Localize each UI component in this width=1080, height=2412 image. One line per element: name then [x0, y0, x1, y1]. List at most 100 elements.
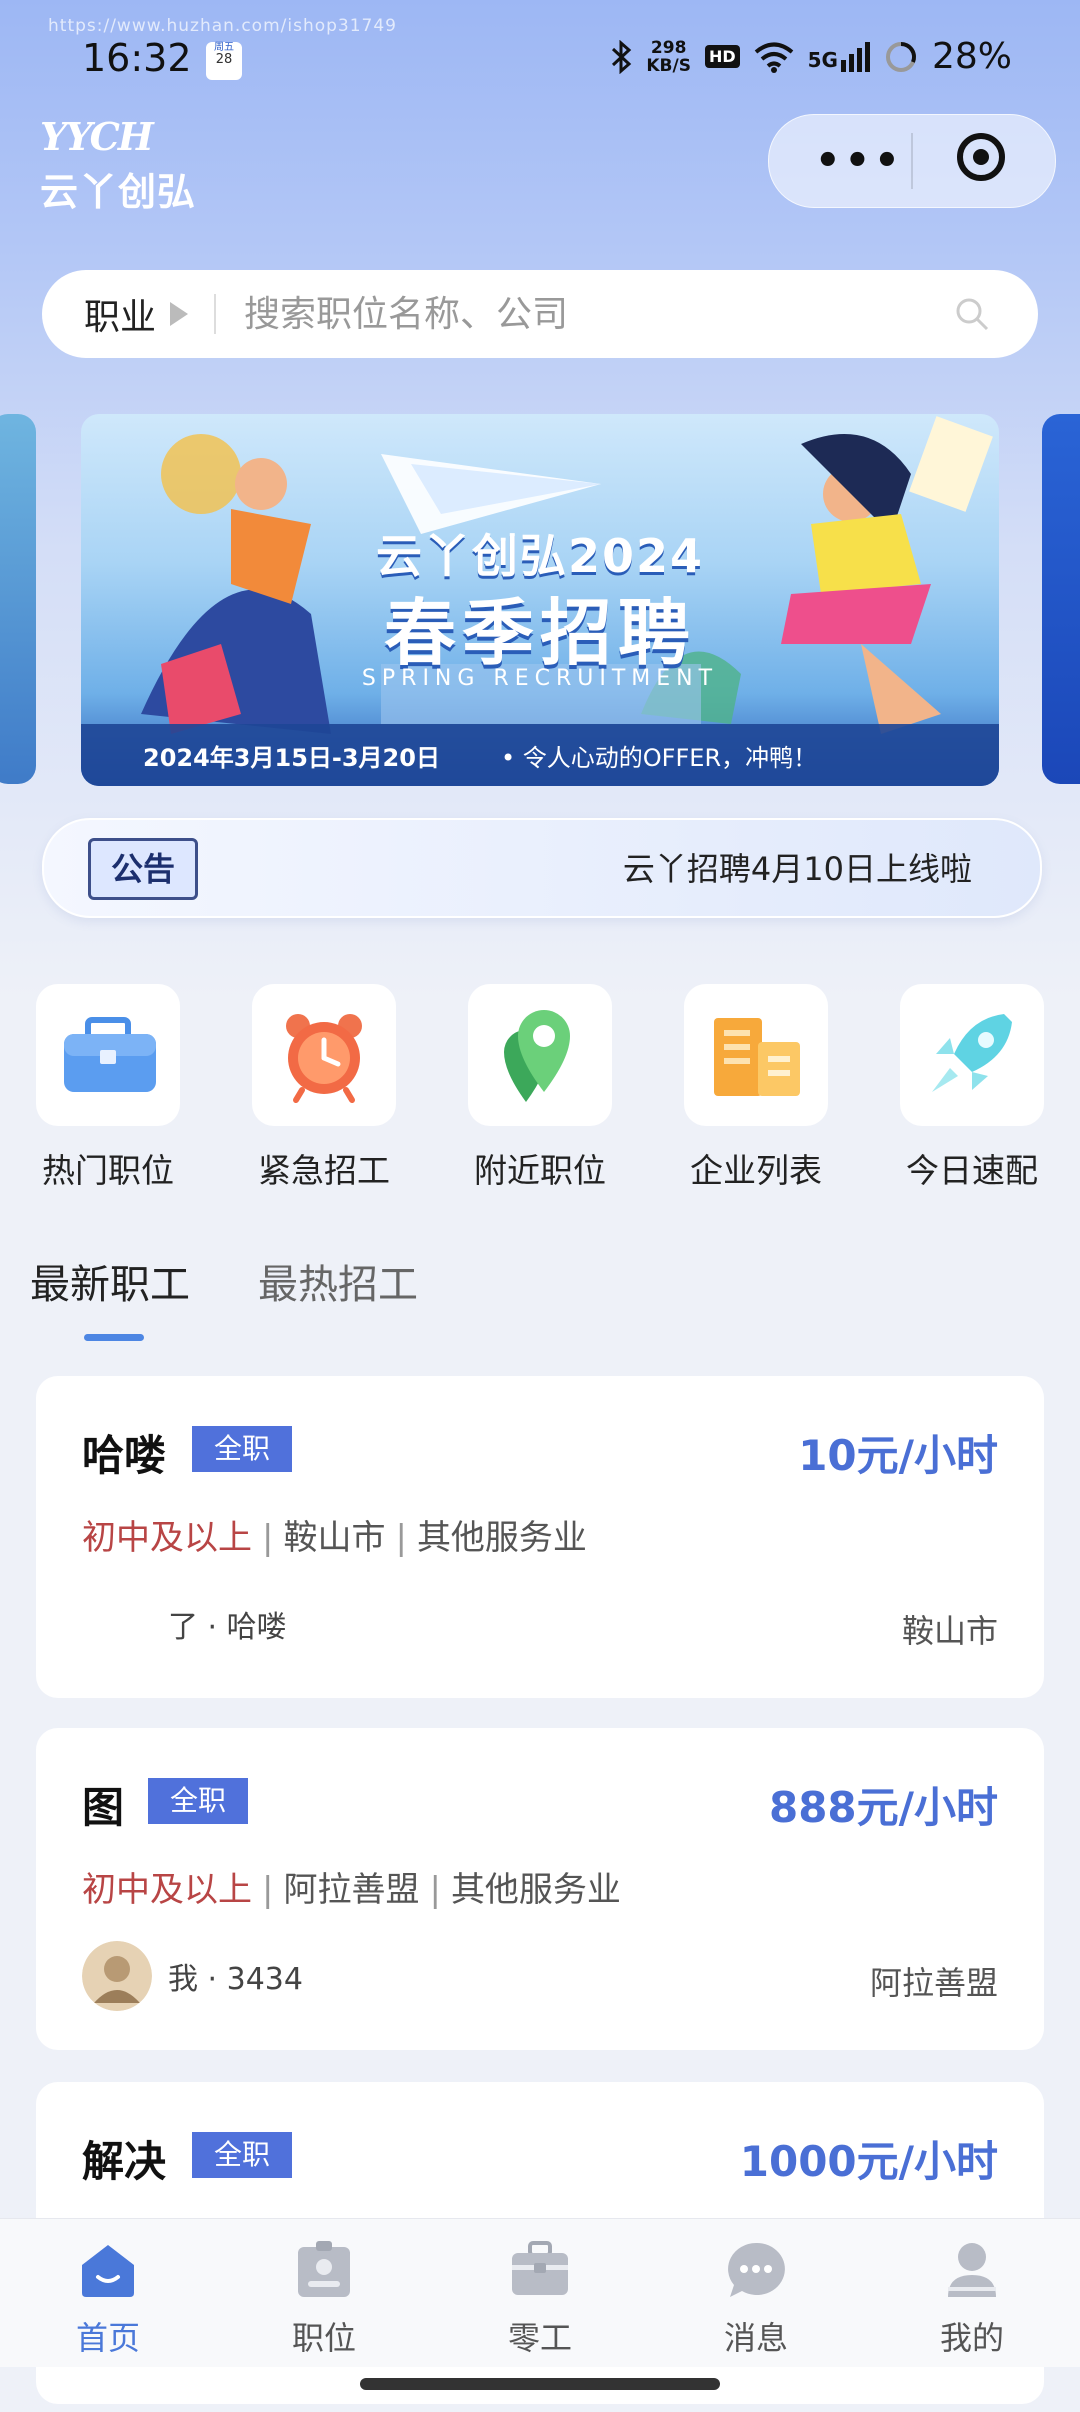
nav-profile[interactable]: 我的: [902, 2239, 1042, 2359]
category-urgent-hiring[interactable]: 紧急招工: [252, 984, 396, 1192]
signal-label: 5G: [807, 47, 838, 72]
category-label: 热门职位: [42, 1151, 174, 1190]
category-label: 附近职位: [474, 1151, 606, 1190]
category-label: 今日速配: [906, 1151, 1038, 1190]
home-icon: [82, 2245, 134, 2297]
nav-label: 我的: [939, 2319, 1004, 2357]
nav-label: 职位: [291, 2319, 356, 2357]
nav-messages[interactable]: 消息: [686, 2239, 826, 2359]
promo-banner[interactable]: 云丫创弘2024 春季招聘 SPRING RECRUITMENT 2024年3月…: [81, 414, 999, 786]
job-location: 鞍山市: [901, 1612, 998, 1650]
poster-name: 了 · 哈喽: [168, 1610, 287, 1645]
avatar: [82, 1589, 152, 1659]
hd-icon: HD: [704, 45, 740, 68]
meta-separator: |: [395, 1518, 407, 1558]
search-category[interactable]: 职业: [84, 288, 156, 340]
job-card[interactable]: 哈喽 全职 10元/小时 初中及以上 | 鞍山市 | 其他服务业 了 · 哈喽 鞍山市: [36, 1376, 1044, 1698]
job-type-badge: 全职: [192, 1426, 293, 1472]
job-salary: 1000元/小时: [739, 2137, 998, 2186]
search-divider: [214, 294, 217, 334]
avatar: [82, 1941, 152, 2011]
nav-label: 零工: [507, 2319, 572, 2357]
category-icon-box: [900, 984, 1044, 1126]
job-education: 初中及以上: [82, 1518, 252, 1558]
announcement-bar[interactable]: 公告 云丫招聘4月10日上线啦: [42, 818, 1042, 918]
net-speed: 298 KB/S: [646, 39, 691, 75]
job-city: 鞍山市: [283, 1518, 386, 1558]
poster-name: 我 · 3434: [168, 1962, 303, 1997]
meta-separator: |: [262, 1870, 274, 1910]
id-card-icon: [298, 2241, 350, 2297]
announcement-tag: 公告: [88, 838, 198, 900]
category-company-list[interactable]: 企业列表: [684, 984, 828, 1192]
category-icon-box: [252, 984, 396, 1126]
signal-5g-icon: 5G: [807, 41, 870, 72]
job-poster: 我 · 3434: [82, 1940, 303, 2012]
home-indicator[interactable]: [360, 2378, 720, 2390]
search-icon[interactable]: [954, 296, 990, 332]
job-type-badge: 全职: [148, 1778, 249, 1824]
banner-slogan: • 令人心动的OFFER，冲鸭！: [501, 744, 818, 772]
tab-hot-hiring[interactable]: 最热招工: [258, 1252, 418, 1310]
close-target-icon[interactable]: [957, 133, 1005, 181]
bluetooth-icon: [612, 39, 632, 74]
banner-line2: 春季招聘: [383, 591, 696, 675]
category-label: 紧急招工: [258, 1151, 390, 1190]
logo-text: 云丫创弘: [40, 170, 197, 214]
job-city: 阿拉善盟: [283, 1870, 420, 1910]
job-title: 解决: [82, 2137, 167, 2186]
capsule-divider: [911, 133, 913, 189]
banner-line3: SPRING RECRUITMENT: [361, 666, 719, 691]
banner-date: 2024年3月15日-3月20日: [143, 744, 440, 772]
announcement-text: 云丫招聘4月10日上线啦: [622, 850, 972, 888]
category-label: 企业列表: [690, 1151, 822, 1190]
job-title: 图: [82, 1783, 125, 1832]
tab-latest-workers[interactable]: 最新职工: [30, 1252, 190, 1310]
status-time: 16:32: [82, 36, 192, 80]
net-speed-unit: KB/S: [646, 55, 691, 76]
job-salary: 888元/小时: [768, 1783, 998, 1832]
category-arrow-icon[interactable]: [170, 302, 189, 326]
alarm-clock-icon: [286, 1014, 362, 1103]
job-industry: 其他服务业: [416, 1518, 587, 1558]
building-icon: [714, 1018, 800, 1096]
banner-footer: 2024年3月15日-3月20日 • 令人心动的OFFER，冲鸭！: [81, 724, 999, 786]
banner-next-peek[interactable]: [1042, 414, 1080, 784]
job-meta: 初中及以上 | 鞍山市 | 其他服务业: [82, 1510, 587, 1559]
wifi-icon: [754, 42, 793, 73]
nav-label: 消息: [723, 2319, 788, 2357]
nav-jobs[interactable]: 职位: [254, 2239, 394, 2359]
battery-ring-icon: [885, 41, 916, 72]
job-salary: 10元/小时: [798, 1431, 998, 1480]
job-industry: 其他服务业: [450, 1870, 621, 1910]
watermark-text: https://www.huzhan.com/ishop31749: [48, 16, 397, 36]
battery-percent: 28%: [931, 36, 1012, 77]
job-card[interactable]: 图 全职 888元/小时 初中及以上 | 阿拉善盟 | 其他服务业 我 · 3434 阿…: [36, 1728, 1044, 2050]
category-nearby-jobs[interactable]: 附近职位: [468, 984, 612, 1192]
category-icon-box: [36, 984, 180, 1126]
category-hot-jobs[interactable]: 热门职位: [36, 984, 180, 1192]
nav-home[interactable]: 首页: [38, 2239, 178, 2359]
nav-gig-work[interactable]: 零工: [470, 2239, 610, 2359]
job-education: 初中及以上: [82, 1870, 252, 1910]
category-daily-match[interactable]: 今日速配: [900, 984, 1044, 1192]
job-poster: 了 · 哈喽: [82, 1588, 287, 1660]
user-icon: [948, 2243, 996, 2297]
search-bar: 职业: [42, 270, 1038, 358]
rocket-icon: [932, 1014, 1012, 1092]
search-input[interactable]: [242, 292, 927, 336]
more-options-icon[interactable]: •••: [815, 141, 904, 181]
net-speed-value: 298: [650, 37, 687, 58]
toolbox-icon: [512, 2241, 568, 2295]
calendar-icon: 周五 28: [206, 42, 242, 80]
category-icon-box: [684, 984, 828, 1126]
job-title: 哈喽: [82, 1431, 167, 1480]
nav-label: 首页: [75, 2319, 140, 2357]
job-type-badge: 全职: [192, 2132, 293, 2178]
banner-prev-peek[interactable]: [0, 414, 36, 784]
location-pin-icon: [504, 1010, 570, 1102]
job-meta: 初中及以上 | 阿拉善盟 | 其他服务业: [82, 1862, 621, 1911]
app-logo: YYCH 云丫创弘: [40, 114, 200, 214]
category-icon-box: [468, 984, 612, 1126]
job-location: 阿拉善盟: [869, 1964, 998, 2002]
